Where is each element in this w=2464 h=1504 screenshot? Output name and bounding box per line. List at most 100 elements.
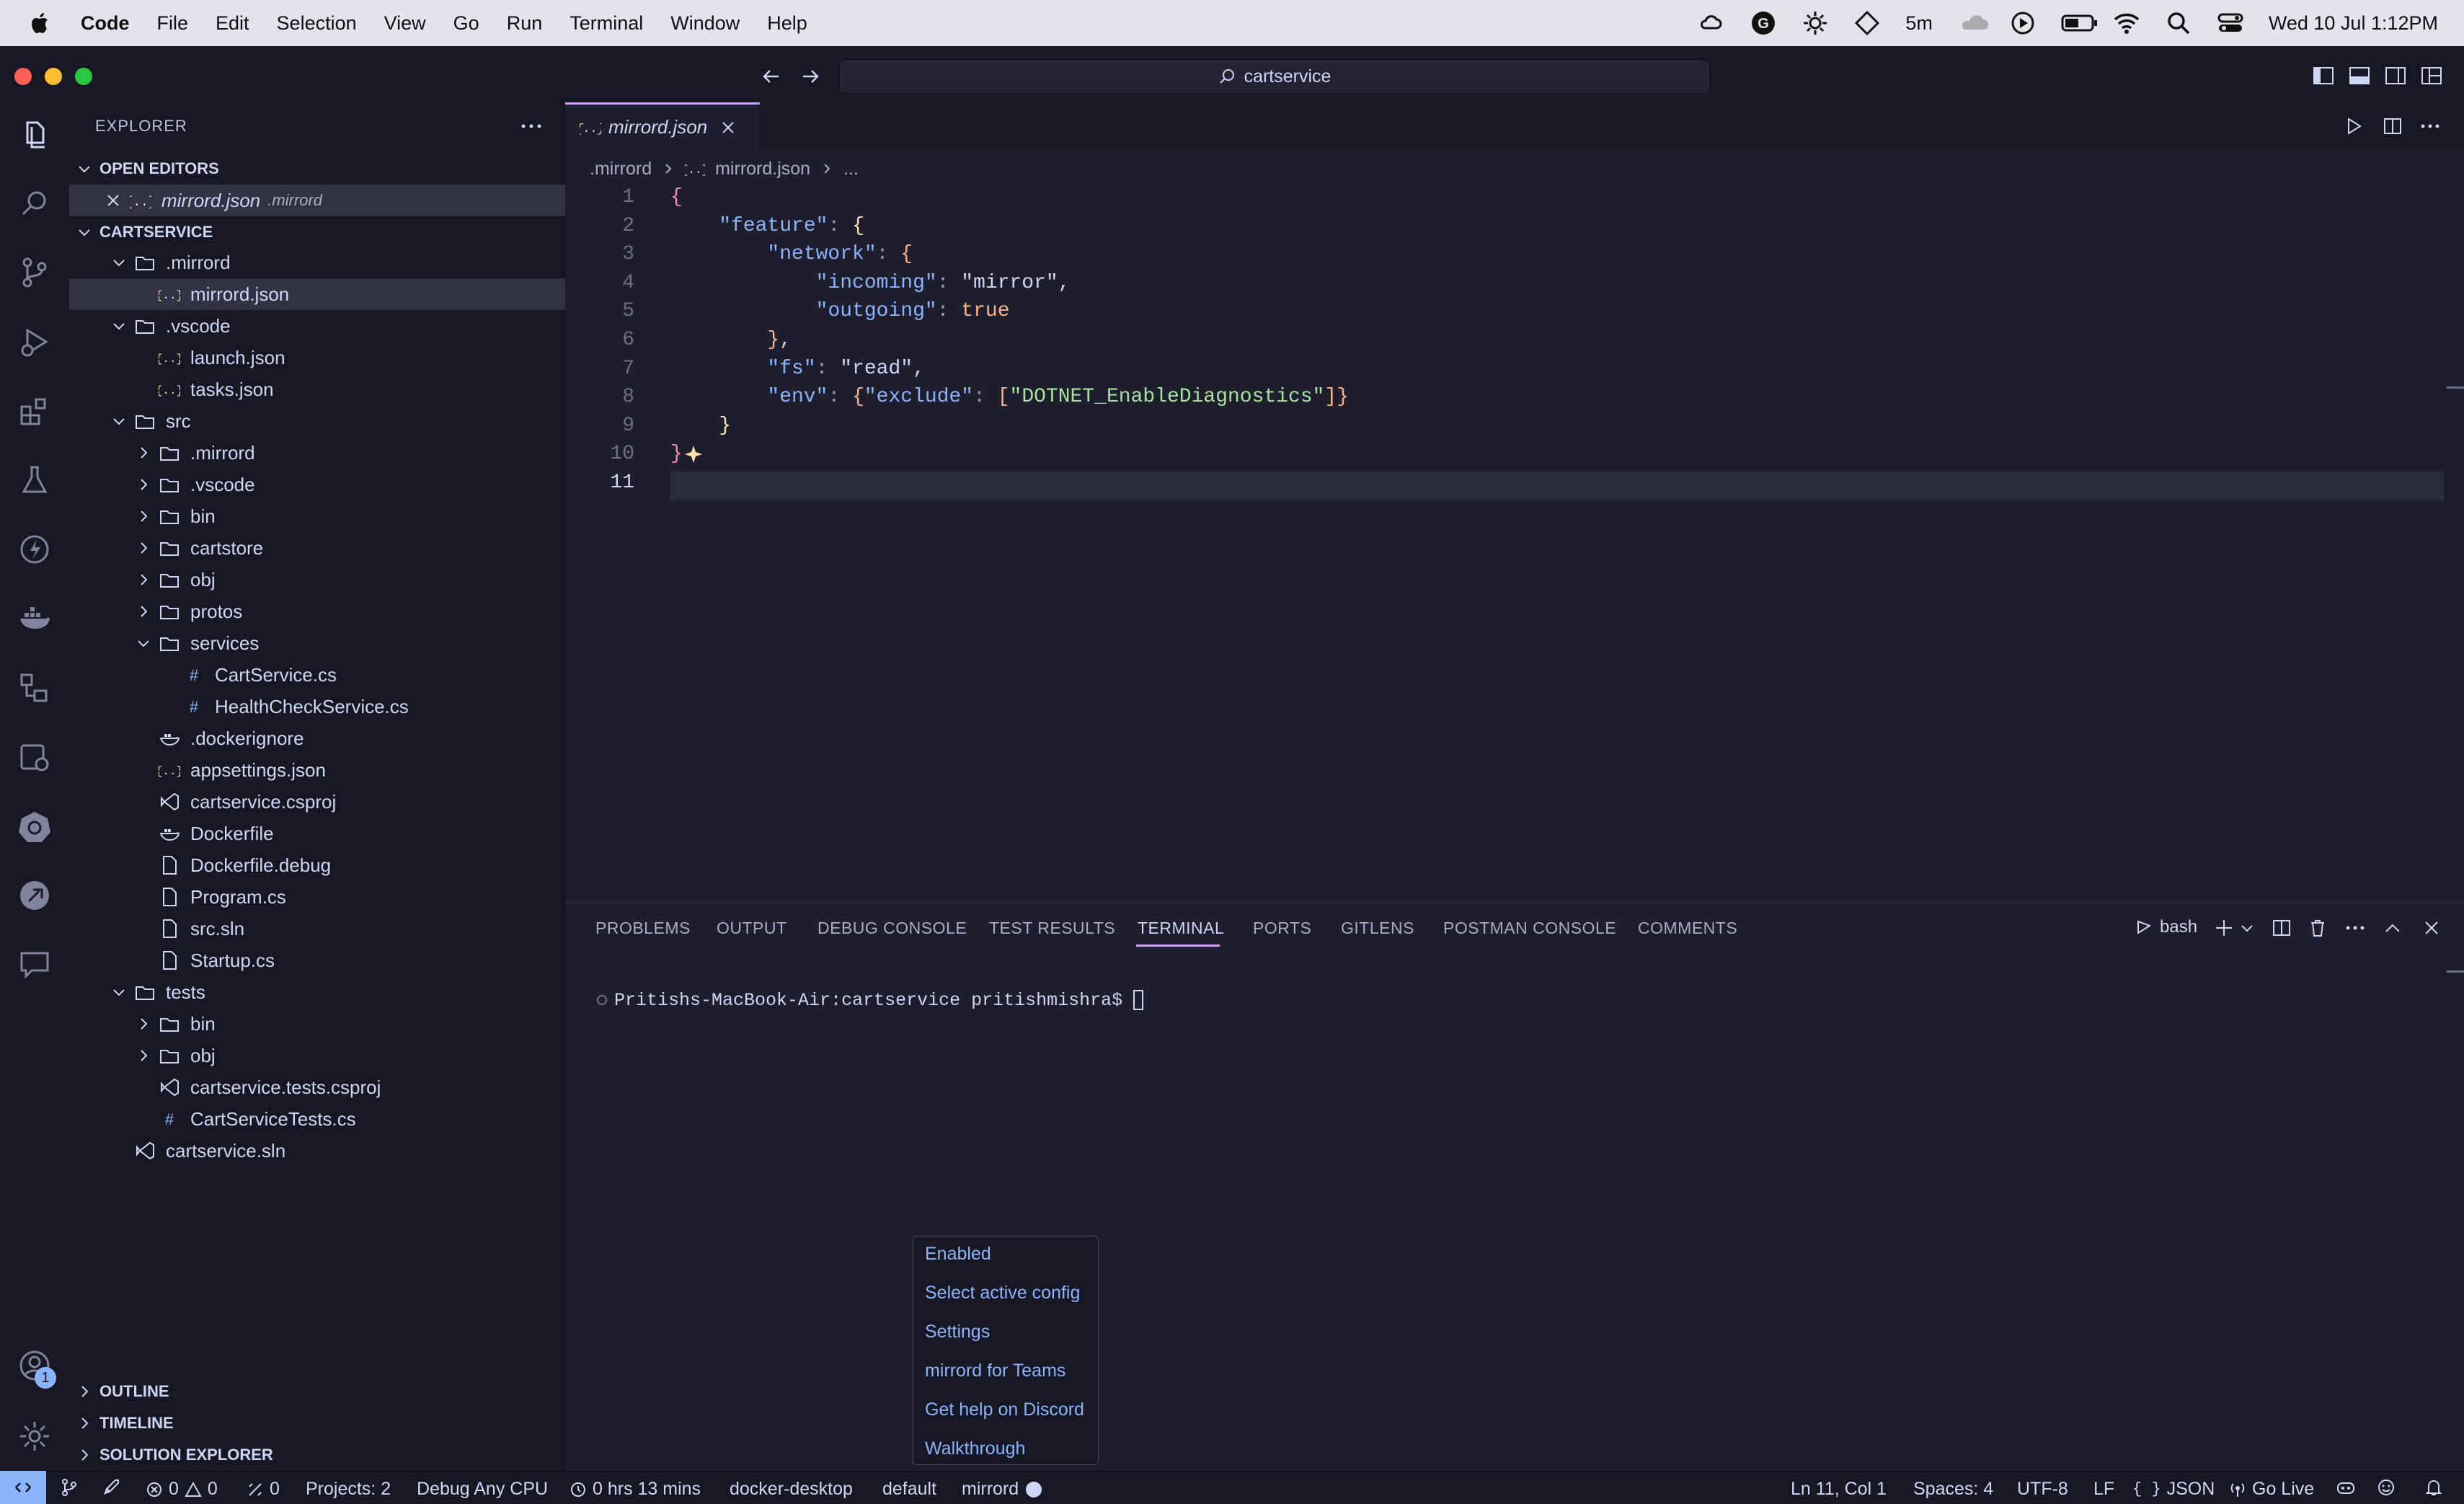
spotlight-search-icon[interactable] — [2165, 9, 2192, 37]
menu-run[interactable]: Run — [507, 12, 543, 35]
tree-folder[interactable]: .vscode — [69, 469, 565, 500]
grammarly-icon[interactable]: G — [1750, 9, 1777, 37]
tree-folder[interactable]: services — [69, 627, 565, 659]
tree-folder[interactable]: tests — [69, 976, 565, 1008]
menu-item-walkthrough[interactable]: Walkthrough — [925, 1438, 1025, 1459]
code-line[interactable]: } — [670, 415, 731, 437]
docker-icon[interactable] — [17, 601, 52, 636]
kubernetes-icon[interactable] — [17, 809, 52, 844]
panel-tab-output[interactable]: OUTPUT — [717, 919, 787, 938]
battery-icon[interactable] — [2061, 9, 2097, 37]
sparkle-icon[interactable] — [683, 444, 705, 466]
apple-menu-icon[interactable] — [26, 9, 55, 37]
tree-folder[interactable]: .mirrord — [69, 247, 565, 278]
testing-flask-icon[interactable] — [17, 463, 52, 497]
chevron-down-icon[interactable] — [2239, 920, 2255, 936]
explorer-icon[interactable] — [17, 117, 52, 151]
play-circle-icon[interactable] — [2009, 9, 2037, 37]
tree-file[interactable]: src.sln — [69, 913, 565, 945]
postman-icon[interactable] — [17, 878, 52, 913]
split-terminal-icon[interactable] — [2271, 917, 2292, 939]
solution-explorer-section[interactable]: SOLUTION EXPLORER — [69, 1439, 565, 1471]
open-editors-section[interactable]: OPEN EDITORS — [69, 153, 565, 185]
close-panel-icon[interactable] — [2421, 917, 2442, 939]
close-window-button[interactable] — [14, 68, 32, 85]
diamond-icon[interactable] — [1853, 9, 1881, 37]
go-live-status[interactable]: Go Live — [2229, 1479, 2314, 1500]
kube-namespace-status[interactable]: default — [882, 1479, 936, 1500]
code-line[interactable]: }, — [670, 329, 792, 351]
tree-folder[interactable]: .vscode — [69, 310, 565, 342]
panel-more-icon[interactable] — [2344, 917, 2366, 939]
code-line[interactable]: "fs": "read", — [670, 358, 924, 380]
tree-file[interactable]: .dockerignore — [69, 722, 565, 754]
panel-tab-test-results[interactable]: TEST RESULTS — [989, 919, 1115, 938]
notifications-bell-icon[interactable] — [2424, 1477, 2444, 1498]
menu-item-get-help-discord[interactable]: Get help on Discord — [925, 1399, 1084, 1420]
code-line[interactable]: { — [670, 186, 683, 208]
panel-tab-gitlens[interactable]: GITLENS — [1341, 919, 1414, 938]
tree-file[interactable]: Dockerfile.debug — [69, 849, 565, 881]
source-control-branch-icon[interactable] — [59, 1477, 79, 1498]
tree-file[interactable]: {..} launch.json — [69, 342, 565, 373]
forward-arrow-icon[interactable] — [799, 65, 822, 88]
menu-item-settings[interactable]: Settings — [925, 1322, 990, 1342]
build-config-status[interactable]: Debug Any CPU — [417, 1479, 548, 1500]
menu-edit[interactable]: Edit — [216, 12, 249, 35]
menu-app[interactable]: Code — [81, 12, 130, 35]
panel-tab-terminal[interactable]: TERMINAL — [1138, 919, 1224, 938]
menu-window[interactable]: Window — [670, 12, 740, 35]
rocket-icon[interactable] — [101, 1477, 121, 1498]
tree-folder[interactable]: cartstore — [69, 532, 565, 564]
new-terminal-icon[interactable] — [2213, 917, 2235, 939]
manage-gear-icon[interactable] — [17, 1419, 52, 1454]
tree-folder[interactable]: obj — [69, 1040, 565, 1071]
mirrord-status[interactable]: mirrord — [962, 1479, 1042, 1500]
trash-icon[interactable] — [2307, 917, 2328, 939]
code-line[interactable]: "incoming": "mirror", — [670, 272, 1071, 294]
editor-more-icon[interactable] — [2419, 115, 2441, 137]
lightning-icon[interactable] — [17, 532, 52, 567]
toggle-primary-sidebar-icon[interactable] — [2311, 63, 2336, 88]
customize-layout-icon[interactable] — [2419, 63, 2444, 88]
tree-file[interactable]: Dockerfile — [69, 818, 565, 849]
feedback-icon[interactable] — [2376, 1477, 2396, 1498]
panel-tab-debug-console[interactable]: DEBUG CONSOLE — [817, 919, 967, 938]
cloud-sync-icon[interactable] — [1698, 9, 1725, 37]
tree-file[interactable]: # CartServiceTests.cs — [69, 1103, 565, 1135]
tree-folder[interactable]: protos — [69, 596, 565, 627]
command-center-search[interactable]: cartservice — [841, 61, 1709, 92]
terminal-shell-selector[interactable]: bash — [2135, 917, 2197, 937]
cartservice-section[interactable]: CARTSERVICE — [69, 216, 565, 248]
eol-status[interactable]: LF — [2093, 1479, 2114, 1500]
kubernetes-tools-icon[interactable] — [17, 740, 52, 774]
time-tracking-status[interactable]: 0 hrs 13 mins — [570, 1479, 701, 1500]
menu-terminal[interactable]: Terminal — [570, 12, 643, 35]
toggle-panel-icon[interactable] — [2347, 63, 2372, 88]
terminal-prompt-line[interactable]: Pritishs-MacBook-Air:cartservice pritish… — [575, 969, 1144, 1011]
problems-status[interactable]: 0 0 — [146, 1479, 218, 1500]
indentation-status[interactable]: Spaces: 4 — [1913, 1479, 1993, 1500]
panel-tab-comments[interactable]: COMMENTS — [1638, 919, 1737, 938]
timeline-section[interactable]: TIMELINE — [69, 1407, 565, 1439]
tree-file[interactable]: {..} appsettings.json — [69, 754, 565, 786]
tree-folder[interactable]: bin — [69, 1008, 565, 1040]
menu-item-select-active-config[interactable]: Select active config — [925, 1283, 1080, 1304]
outline-section[interactable]: OUTLINE — [69, 1376, 565, 1407]
brightness-icon[interactable] — [1802, 9, 1829, 37]
tree-file[interactable]: cartservice.tests.csproj — [69, 1071, 565, 1103]
tree-folder[interactable]: .mirrord — [69, 437, 565, 469]
remote-indicator-button[interactable] — [0, 1471, 46, 1504]
tree-folder[interactable]: src — [69, 405, 565, 437]
cloud-icon[interactable] — [1957, 9, 1988, 37]
code-line[interactable]: "outgoing": true — [670, 300, 1010, 322]
search-icon[interactable] — [17, 186, 52, 221]
code-line[interactable]: "env": {"exclude": ["DOTNET_EnableDiagno… — [670, 386, 1349, 408]
cursor-position-status[interactable]: Ln 11, Col 1 — [1791, 1479, 1887, 1500]
tree-file[interactable]: {..} tasks.json — [69, 373, 565, 405]
more-actions-icon[interactable] — [519, 115, 544, 137]
maximize-panel-icon[interactable] — [2382, 917, 2403, 939]
code-line[interactable]: "network": { — [670, 243, 913, 265]
projects-status[interactable]: Projects: 2 — [306, 1479, 391, 1500]
code-line[interactable]: } — [670, 443, 683, 465]
